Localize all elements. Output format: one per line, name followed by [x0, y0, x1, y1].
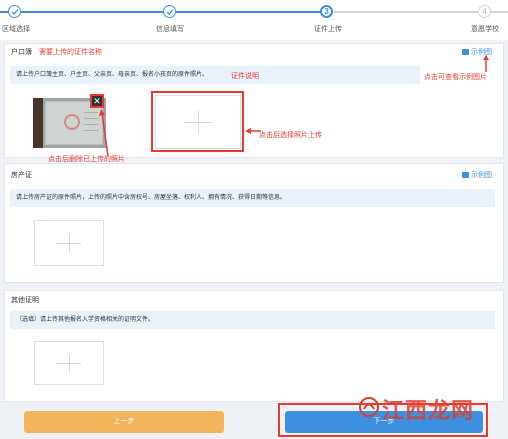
step-line-done: [165, 11, 325, 13]
sample-arrow-icon: [483, 55, 489, 72]
hukou-title-annotation: 需要上传的证件名称: [39, 49, 102, 56]
property-hint-text: 请上传房产证的原件照片，上传的照片中含房权号、房屋坐落、权利人、拥有情况、获得日…: [16, 195, 287, 201]
prev-step-button[interactable]: 上一步: [24, 411, 224, 433]
step-4-pending: 4: [478, 5, 491, 18]
other-upload-box[interactable]: [34, 341, 104, 385]
step-3-current: 3: [320, 5, 333, 18]
step-2-label: 信息填写: [156, 26, 184, 33]
hukou-hint-bar: 请上传户口簿主页、户主页、父亲页、母亲页、报名小孩页的原件照片。: [10, 66, 420, 84]
stamp-icon: [64, 114, 80, 130]
step-1-check-icon: [8, 5, 21, 18]
delete-photo-button[interactable]: ✕: [90, 94, 104, 108]
sample-link-label: 示例图: [471, 172, 492, 179]
property-hint-bar: 请上传房产证的原件照片，上传的照片中含房权号、房屋坐落、权利人、拥有情况、获得日…: [10, 189, 495, 207]
image-icon: [462, 49, 469, 56]
hukou-title: 户口簿: [11, 49, 32, 56]
step-progress-bar: 区域选择 信息填写 3 证件上传 4 意愿学校: [0, 0, 508, 40]
delete-arrow-icon: [99, 109, 109, 157]
step-line-done: [0, 11, 165, 13]
watermark-icon: [359, 397, 379, 417]
hint-annotation: 证件说明: [231, 73, 259, 80]
hukou-hint-text: 请上传户口簿主页、户主页、父亲页、母亲页、报名小孩页的原件照片。: [16, 72, 209, 78]
step-4-label: 意愿学校: [471, 26, 499, 33]
other-title: 其他证明: [11, 297, 39, 304]
step-3-label: 证件上传: [314, 26, 342, 33]
step-2-check-icon: [163, 5, 176, 18]
property-sample-link[interactable]: 示例图: [462, 170, 492, 180]
upload-highlight: [151, 91, 244, 152]
watermark-logo: 江西龙网: [382, 398, 475, 423]
image-icon: [462, 172, 469, 179]
property-title: 房产证: [11, 172, 32, 179]
upload-annotation: 点击后选择照片上传: [259, 132, 322, 139]
other-hint-text: （选填）请上传其他报名入学资格相关的证明文件。: [16, 317, 155, 323]
property-upload-box[interactable]: [34, 220, 104, 266]
step-1-label: 区域选择: [2, 26, 30, 33]
other-hint-bar: （选填）请上传其他报名入学资格相关的证明文件。: [10, 311, 495, 329]
